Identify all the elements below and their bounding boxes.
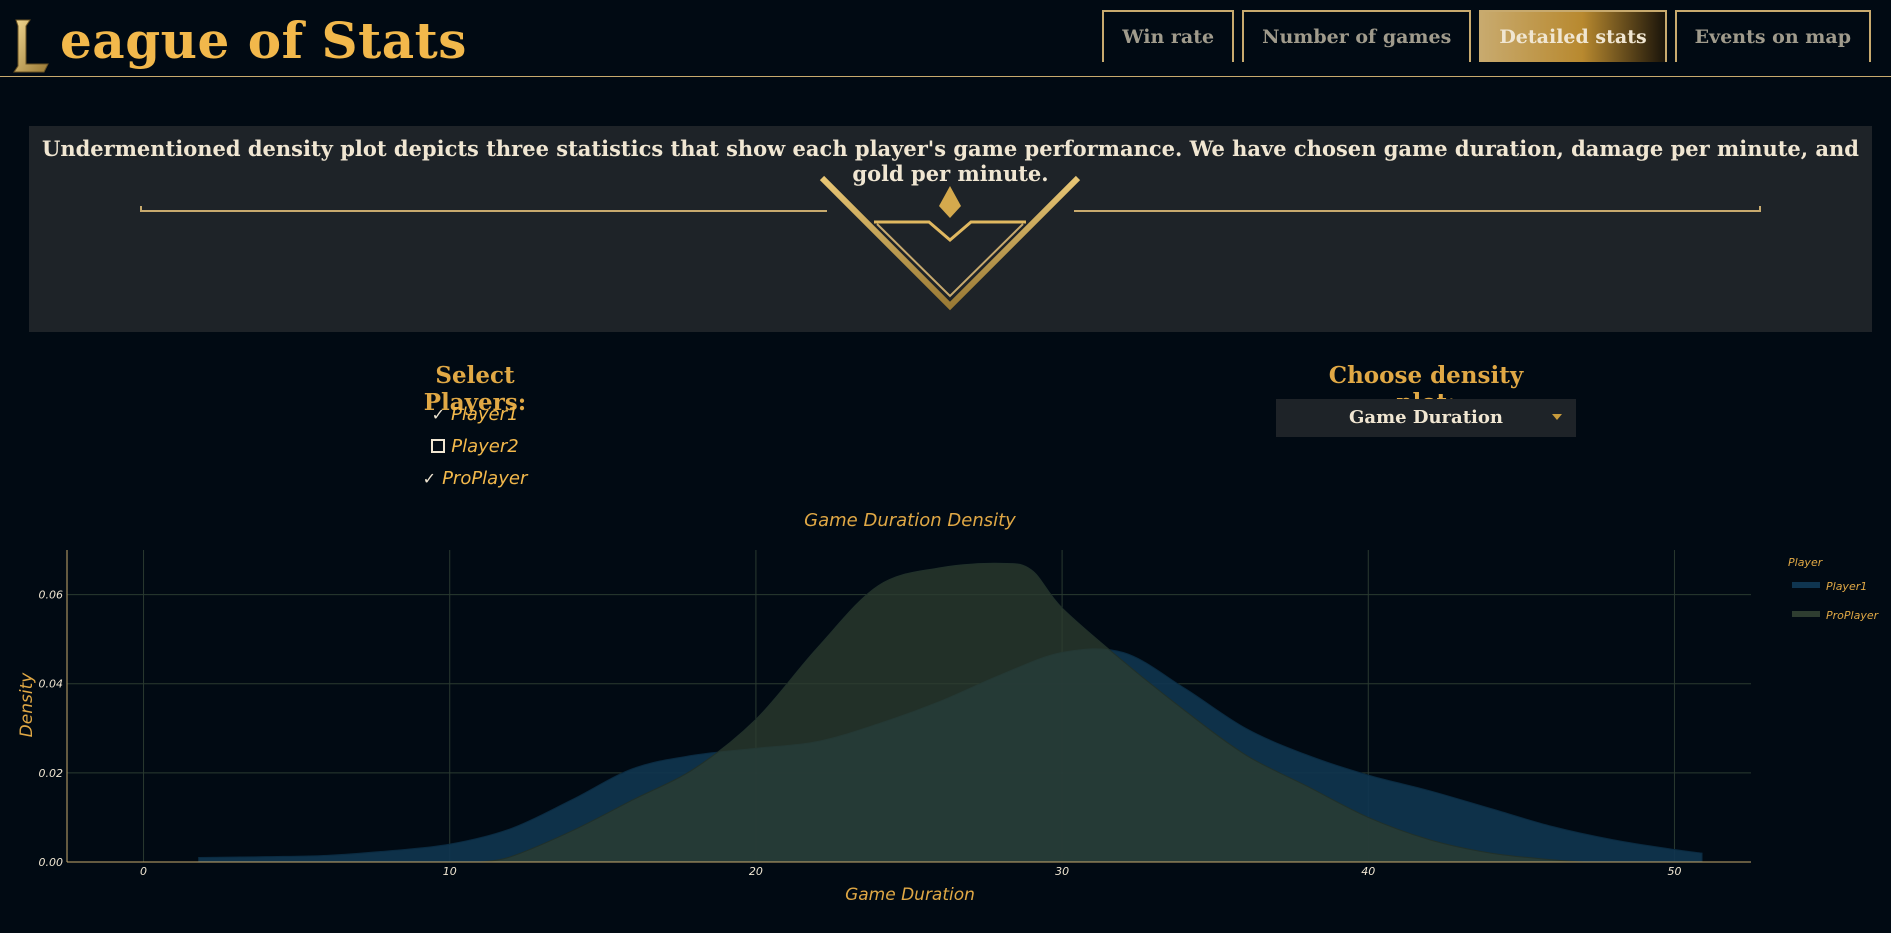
legend-title: Player: [1788, 556, 1824, 569]
description-banner: Undermentioned density plot depicts thre…: [29, 126, 1872, 332]
legend-item-player1: Player1: [1826, 580, 1867, 593]
chart-areas: [198, 562, 1703, 863]
x-tick-label: 50: [1667, 865, 1681, 878]
banner-description: Undermentioned density plot depicts thre…: [42, 136, 1859, 186]
y-tick-label: 0.06: [39, 589, 64, 602]
main-nav: Win rate Number of games Detailed stats …: [1102, 10, 1871, 62]
y-tick-label: 0.04: [39, 678, 64, 691]
x-tick-label: 10: [443, 865, 457, 878]
app-title: eague of Stats: [60, 11, 467, 70]
legend-swatch: [1792, 582, 1820, 588]
y-tick-label: 0.00: [39, 856, 64, 869]
proplayer-label: ProPlayer: [442, 467, 528, 489]
player1-checkbox[interactable]: ✓ Player1: [380, 398, 570, 430]
caret-down-icon: [1552, 414, 1562, 420]
player2-checkbox[interactable]: Player2: [380, 430, 570, 462]
dropdown-selected-value: Game Duration: [1349, 407, 1503, 428]
x-tick-label: 0: [140, 865, 147, 878]
density-plot-dropdown[interactable]: Game Duration: [1276, 399, 1576, 437]
tab-win-rate[interactable]: Win rate: [1102, 10, 1235, 62]
league-logo-icon: [13, 19, 49, 73]
top-header: eague of Stats Win rate Number of games …: [0, 0, 1891, 77]
legend-swatch: [1792, 611, 1820, 617]
chart-legend[interactable]: PlayerPlayer1 ProPlayer: [1788, 556, 1880, 622]
y-axis-title: Density: [17, 672, 37, 738]
tab-number-of-games[interactable]: Number of games: [1242, 10, 1472, 62]
tab-detailed-stats[interactable]: Detailed stats: [1479, 10, 1667, 62]
x-tick-label: 40: [1361, 865, 1375, 878]
y-tick-label: 0.02: [39, 767, 64, 780]
chart-title: Game Duration Density: [804, 510, 1016, 531]
player-checklist: ✓ Player1 Player2 ✓ ProPlayer: [380, 398, 570, 494]
checkmark-icon: ✓: [431, 404, 445, 424]
legend-item-proplayer: ProPlayer: [1826, 609, 1880, 622]
tab-events-on-map[interactable]: Events on map: [1674, 10, 1871, 62]
empty-checkbox-icon: [431, 439, 446, 453]
player2-label: Player2: [451, 435, 519, 457]
checkmark-icon: ✓: [422, 468, 437, 488]
player1-label: Player1: [450, 403, 519, 425]
density-chart: Game Duration Density 0 10 20 30 40 50 0.00 0.0…: [17, 510, 1880, 905]
x-axis-title: Game Duration: [845, 885, 975, 905]
x-tick-label: 20: [749, 865, 763, 878]
proplayer-checkbox[interactable]: ✓ ProPlayer: [380, 462, 570, 494]
x-tick-label: 30: [1055, 865, 1069, 878]
